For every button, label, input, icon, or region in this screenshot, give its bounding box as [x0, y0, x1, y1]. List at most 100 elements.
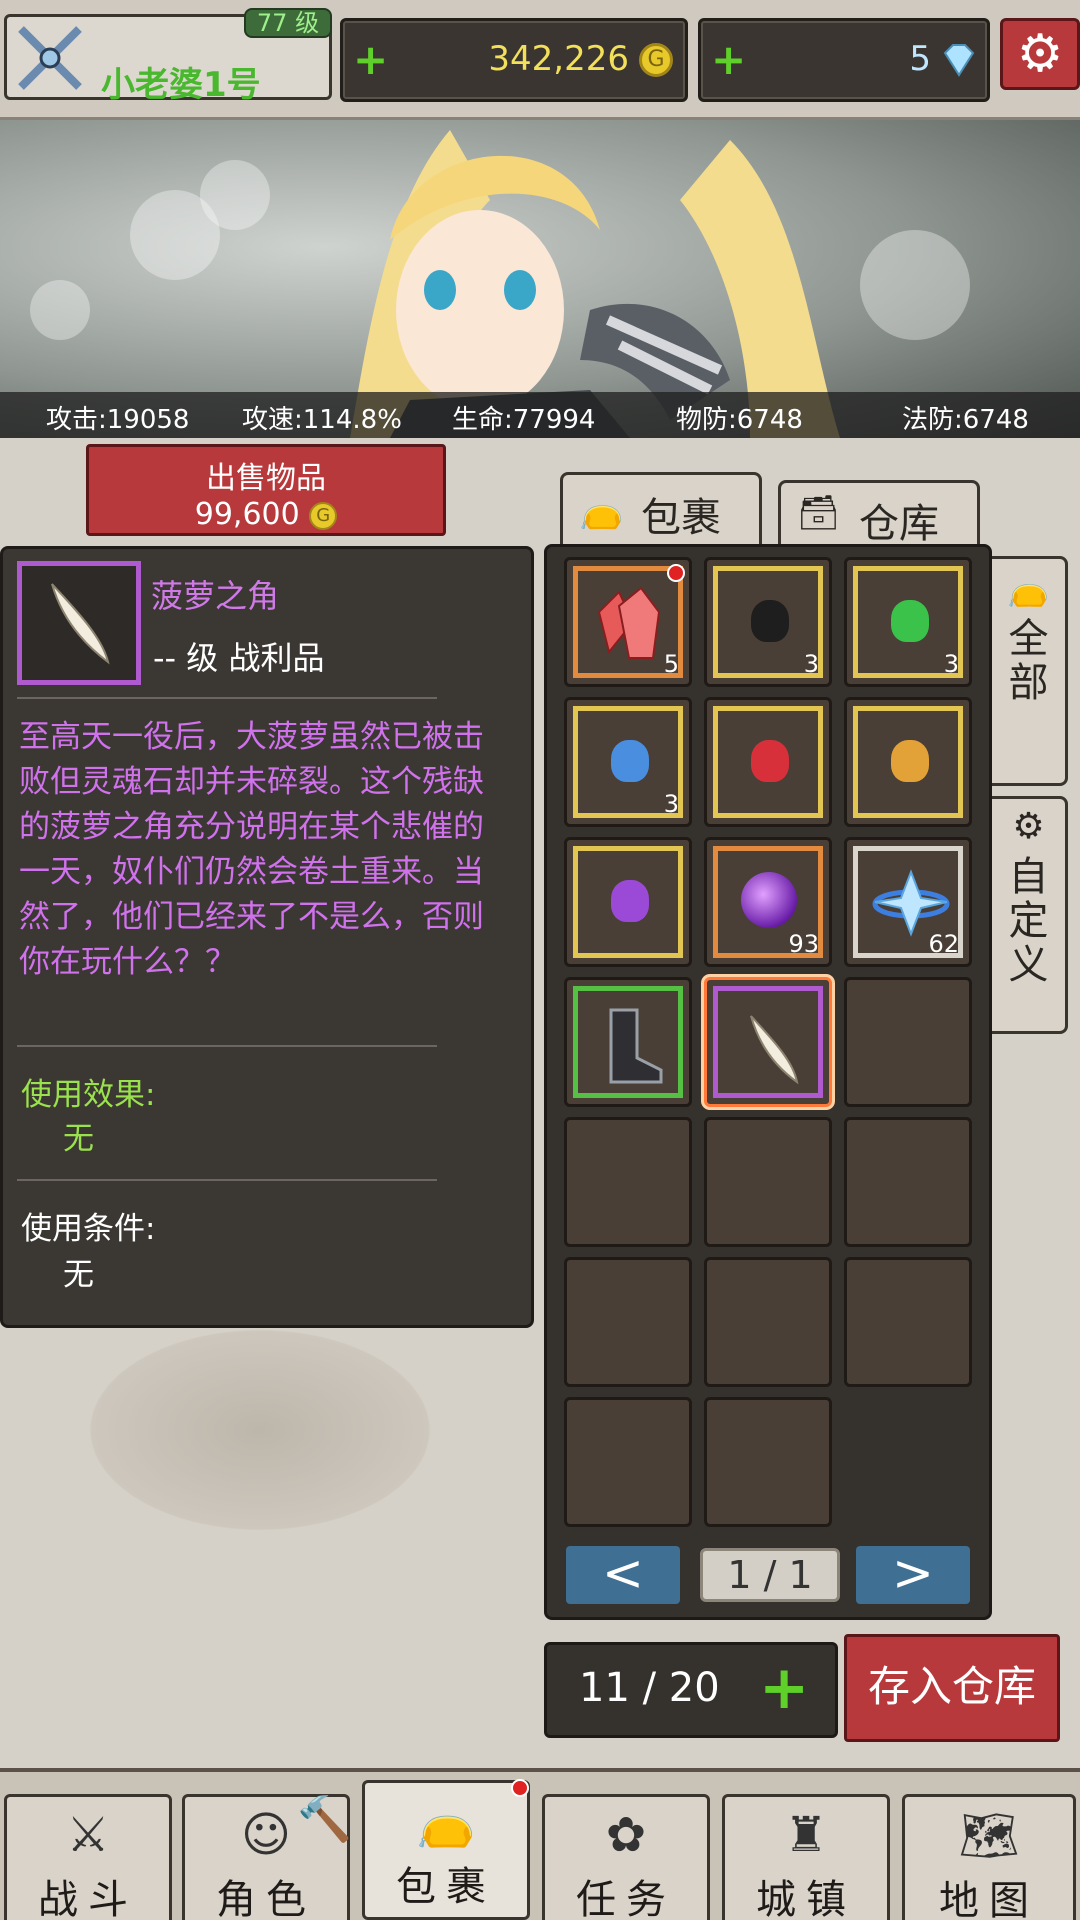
inventory-slot-empty[interactable]: [844, 1117, 972, 1247]
inventory-slot-empty[interactable]: [564, 1117, 692, 1247]
inventory-slot[interactable]: 3: [564, 697, 692, 827]
sell-price: 99,600 G: [89, 497, 443, 532]
level-badge: 77 级: [244, 8, 332, 38]
nav-bag-label: 包裹: [396, 1864, 496, 1910]
bag-icon: 👝: [1007, 569, 1050, 609]
purple-ore-icon: [611, 880, 649, 922]
character-banner: [0, 120, 1080, 438]
item-count: 62: [928, 930, 959, 958]
item-count: 5: [663, 650, 679, 678]
quest-icon: ✿: [605, 1807, 647, 1863]
nav-quest[interactable]: ✿ 任务: [542, 1794, 710, 1920]
green-ore-icon: [891, 600, 929, 642]
inventory-panel: 5 3 3 3 93 62: [544, 544, 992, 1620]
gold-amount: 342,226: [488, 39, 629, 79]
use-effect-value: 无: [63, 1121, 94, 1157]
map-icon: 🗺: [958, 1808, 1020, 1864]
purple-orb-icon: [741, 872, 797, 928]
gem-panel[interactable]: + 5: [698, 18, 990, 102]
notification-dot: [511, 1779, 529, 1797]
nav-bag[interactable]: 👝 包裹: [362, 1779, 530, 1920]
inventory-slot-empty[interactable]: [704, 1257, 832, 1387]
side-tab-custom-label: 自定义: [1008, 854, 1049, 988]
inventory-slot[interactable]: [564, 837, 692, 967]
castle-icon: ♜: [784, 1807, 828, 1863]
nav-character[interactable]: ☺ 角色 🔨: [182, 1794, 352, 1920]
tab-bag[interactable]: 👝 包裹: [560, 472, 762, 546]
item-detail-panel: 菠萝之角 -- 级 战利品 至高天一役后，大菠萝虽然已被击败但灵魂石却并未碎裂。…: [0, 546, 534, 1328]
deposit-to-warehouse-button[interactable]: 存入仓库: [844, 1634, 1060, 1742]
diamond-icon: [943, 44, 975, 77]
use-condition-value: 无: [63, 1257, 94, 1293]
add-gem-icon[interactable]: +: [711, 35, 746, 84]
next-page-button[interactable]: >: [856, 1546, 970, 1604]
sell-item-button[interactable]: 出售物品 99,600 G: [86, 444, 446, 536]
bottom-nav: ⚔ 战斗 ☺ 角色 🔨 👝 包裹 ✿ 任务 ♜ 城镇 🗺 地图: [0, 1768, 1080, 1920]
red-crystal-icon: [597, 586, 661, 659]
new-badge: [667, 564, 685, 582]
crossed-swords-icon: [18, 26, 82, 90]
stat-phys-def: 物防:6748: [676, 405, 803, 435]
horn-icon: [750, 1015, 799, 1085]
stat-attack: 攻击:19058: [46, 405, 190, 435]
bag-capacity-panel: 11 / 20 +: [544, 1642, 838, 1738]
settings-gear-icon[interactable]: ⚙: [1000, 18, 1080, 90]
emblem-watermark: [90, 1330, 430, 1530]
sell-label: 出售物品: [206, 461, 326, 496]
stat-mag-def: 法防:6748: [902, 405, 1029, 435]
gem-amount: 5: [909, 39, 931, 79]
crossed-swords-icon: ⚔: [66, 1807, 110, 1863]
boots-icon: [609, 1008, 663, 1084]
inventory-slot[interactable]: [844, 697, 972, 827]
divider: [17, 1045, 437, 1047]
black-ore-icon: [751, 600, 789, 642]
nav-map-label: 地图: [939, 1878, 1039, 1920]
tab-warehouse[interactable]: 🗃 仓库: [778, 480, 980, 547]
add-gold-icon[interactable]: +: [353, 35, 388, 84]
nav-town-label: 城镇: [756, 1877, 856, 1920]
expand-bag-icon[interactable]: +: [759, 1653, 809, 1723]
item-count: 93: [788, 930, 819, 958]
player-name: 小老婆1号: [101, 65, 261, 105]
inventory-slot[interactable]: 3: [844, 557, 972, 687]
item-count: 3: [663, 790, 679, 818]
inventory-slot-empty[interactable]: [564, 1257, 692, 1387]
item-name: 菠萝之角: [151, 577, 280, 615]
inventory-slot[interactable]: 62: [844, 837, 972, 967]
item-description: 至高天一役后，大菠萝虽然已被击败但灵魂石却并未碎裂。这个残缺的菠萝之角充分说明在…: [19, 719, 484, 980]
character-portrait: [350, 130, 840, 438]
inventory-slot[interactable]: [564, 977, 692, 1107]
page-indicator: 1 / 1: [700, 1548, 840, 1602]
inventory-slot[interactable]: 93: [704, 837, 832, 967]
item-count: 3: [943, 650, 959, 678]
inventory-slot-empty[interactable]: [704, 1117, 832, 1247]
stats-bar: 攻击:19058 攻速:114.8% 生命:77994 物防:6748 法防:6…: [0, 392, 1080, 438]
hammer-icon: 🔨: [297, 1794, 352, 1845]
side-tab-custom[interactable]: ⚙ 自定义: [992, 796, 1068, 1034]
inventory-slot-empty[interactable]: [704, 1397, 832, 1527]
nav-map[interactable]: 🗺 地图: [902, 1794, 1076, 1920]
inventory-slot-empty[interactable]: [844, 1257, 972, 1387]
gold-coin-icon: G: [639, 43, 673, 77]
gold-panel[interactable]: + 342,226 G: [340, 18, 688, 102]
nav-town[interactable]: ♜ 城镇: [722, 1794, 890, 1920]
use-effect-label: 使用效果:: [21, 1077, 156, 1113]
side-tab-all-label: 全部: [1008, 616, 1049, 706]
red-ore-icon: [751, 740, 789, 782]
orange-ore-icon: [891, 740, 929, 782]
ice-crystal-icon: [872, 869, 950, 937]
inventory-slot-empty[interactable]: [844, 977, 972, 1107]
warehouse-icon: 🗃: [797, 493, 841, 533]
side-tab-all[interactable]: 👝 全部: [992, 556, 1068, 786]
prev-page-button[interactable]: <: [566, 1546, 680, 1604]
nav-battle[interactable]: ⚔ 战斗: [4, 1794, 172, 1920]
inventory-slot[interactable]: 3: [704, 557, 832, 687]
inventory-slot[interactable]: [704, 697, 832, 827]
inventory-slot-selected[interactable]: [704, 977, 832, 1107]
stat-hp: 生命:77994: [452, 405, 596, 435]
item-preview-slot: [17, 561, 141, 685]
horn-icon: [51, 583, 110, 665]
inventory-slot[interactable]: 5: [564, 557, 692, 687]
inventory-slot-empty[interactable]: [564, 1397, 692, 1527]
nav-quest-label: 任务: [576, 1877, 676, 1920]
